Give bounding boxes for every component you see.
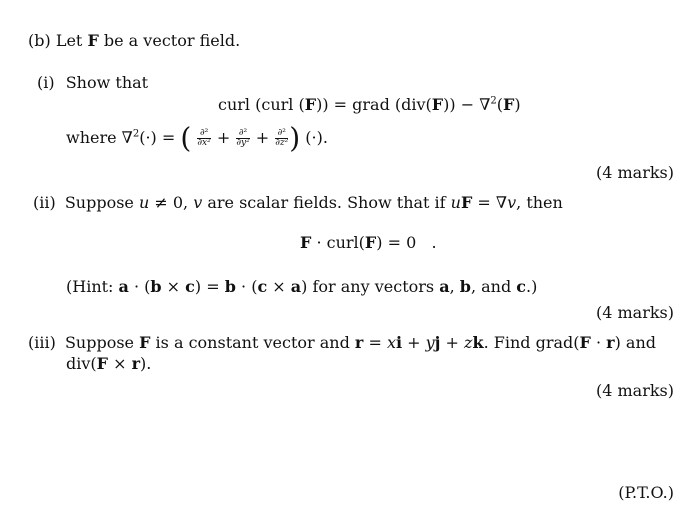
- fraction-dz: ∂² ∂z²: [275, 128, 289, 148]
- part-b-intro: (b) Let F be a vector field.: [28, 31, 241, 50]
- part-ii-marks: (4 marks): [595, 303, 674, 322]
- fraction-dy: ∂² ∂y²: [236, 128, 250, 148]
- laplacian-definition: where ∇2(·) = ( ∂² ∂x² + ∂² ∂y² + ∂² ∂z²) (…: [66, 121, 328, 155]
- part-iii-label: (iii): [28, 333, 56, 352]
- part-ii-equation: F · curl(F) = 0 .: [300, 233, 437, 252]
- part-ii-label: (ii): [33, 193, 56, 212]
- part-iii-line2: div(F × r).: [66, 354, 152, 373]
- fraction-dx: ∂² ∂x²: [197, 128, 211, 148]
- part-ii-statement: (ii) Suppose u ≠ 0, v are scalar fields.…: [33, 193, 563, 212]
- part-b-label: (b): [28, 31, 51, 50]
- part-ii-hint: (Hint: a · (b × c) = b · (c × a) for any…: [66, 277, 538, 296]
- part-i-marks: (4 marks): [595, 163, 674, 182]
- part-i-label: (i): [37, 73, 55, 92]
- part-i-equation: curl (curl (F)) = grad (div(F)) − ∇2(F): [218, 95, 521, 114]
- part-iii-statement: (iii) Suppose F is a constant vector and…: [28, 333, 656, 352]
- part-i-heading: (i) Show that: [37, 73, 149, 92]
- pto-footer: (P.T.O.): [618, 483, 674, 502]
- part-iii-marks: (4 marks): [595, 381, 674, 400]
